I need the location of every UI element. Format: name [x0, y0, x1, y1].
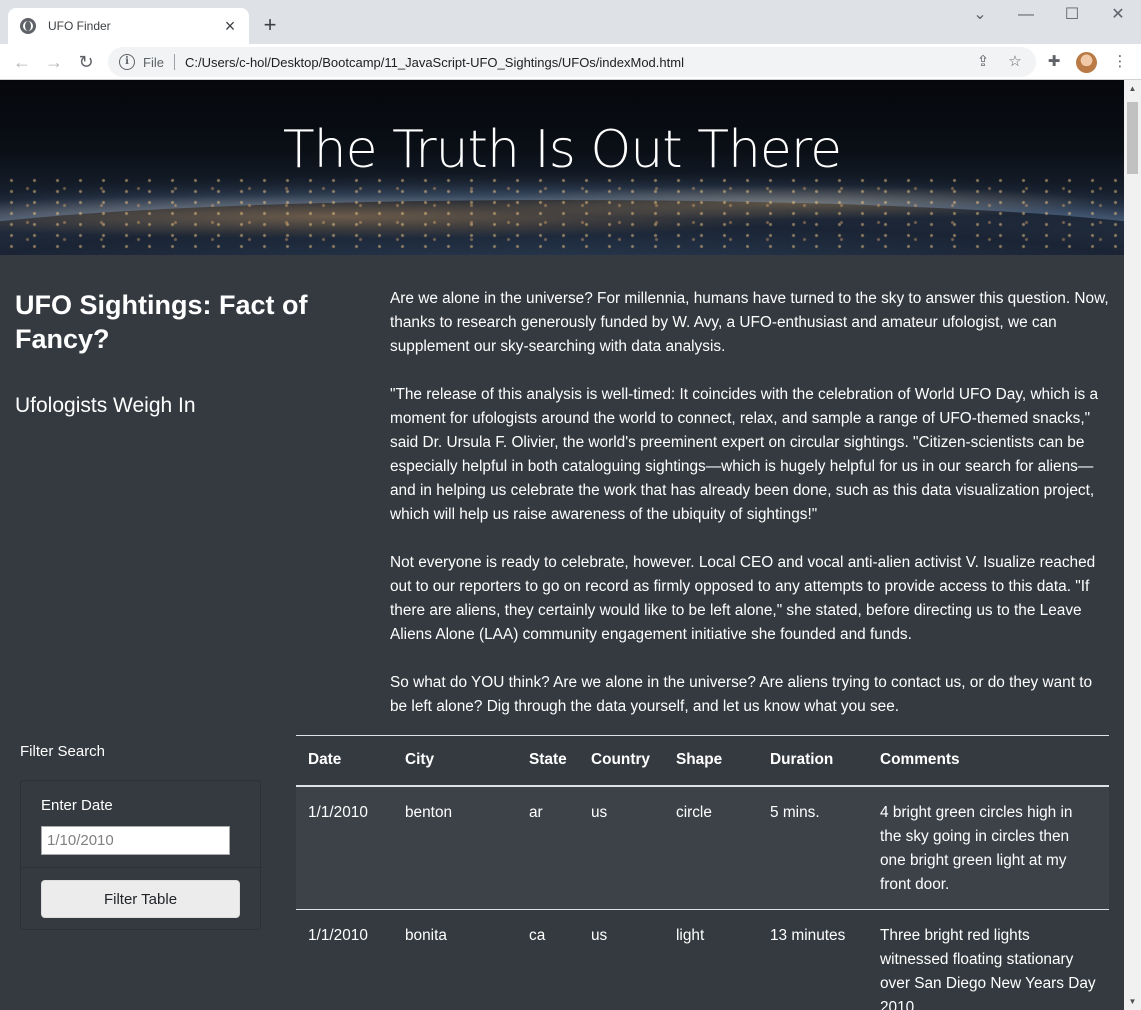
filter-search-heading: Filter Search [20, 743, 106, 760]
browser-tab[interactable]: UFO Finder × [8, 8, 249, 44]
scroll-up-arrow-icon[interactable]: ▲ [1124, 80, 1141, 97]
url-scheme: File [143, 54, 164, 70]
page-viewport: The Truth Is Out There UFO Sightings: Fa… [0, 80, 1124, 1010]
forward-arrow-icon[interactable]: → [42, 50, 66, 74]
column-header-country: Country [579, 735, 664, 787]
column-header-date: Date [296, 735, 393, 787]
table-row: 1/1/2010 bonita ca us light 13 minutes T… [296, 909, 1109, 1010]
reload-icon[interactable]: ↻ [74, 50, 98, 74]
cell-date: 1/1/2010 [296, 785, 393, 910]
cell-state: ca [517, 909, 579, 1010]
url-text[interactable]: C:/Users/c-hol/Desktop/Bootcamp/11_JavaS… [185, 55, 684, 70]
share-icon[interactable]: ⇪ [971, 50, 995, 74]
hero-banner: The Truth Is Out There [0, 80, 1124, 255]
scrollbar-thumb[interactable] [1127, 102, 1138, 174]
cell-comments: Three bright red lights witnessed floati… [868, 909, 1109, 1010]
table-header-row: Date City State Country Shape Duration C… [296, 735, 1109, 787]
article-body: Are we alone in the universe? For millen… [390, 287, 1112, 743]
article-paragraph: So what do YOU think? Are we alone in th… [390, 674, 1093, 715]
cell-comments: 4 bright green circles high in the sky g… [868, 785, 1109, 910]
filter-divider [21, 867, 260, 868]
column-header-comments: Comments [868, 735, 1109, 787]
new-tab-icon[interactable]: + [258, 14, 282, 36]
filter-table-button[interactable]: Filter Table [41, 880, 240, 918]
filter-card: Enter Date Filter Table [20, 780, 261, 930]
cell-date: 1/1/2010 [296, 909, 393, 1010]
address-bar[interactable]: i File C:/Users/c-hol/Desktop/Bootcamp/1… [108, 47, 1036, 77]
cell-shape: circle [664, 785, 758, 910]
globe-icon [20, 18, 36, 34]
cell-country: us [579, 909, 664, 1010]
cell-shape: light [664, 909, 758, 1010]
tab-title: UFO Finder [48, 19, 111, 33]
page-scrollbar[interactable]: ▲ ▼ [1124, 80, 1141, 1010]
page-subtitle: Ufologists Weigh In [15, 394, 196, 417]
menu-kebab-icon[interactable]: ⋮ [1108, 50, 1132, 74]
bookmark-star-icon[interactable]: ☆ [1003, 50, 1027, 74]
date-input[interactable] [41, 826, 230, 855]
profile-avatar[interactable] [1076, 52, 1097, 73]
city-lights-image [0, 175, 1124, 255]
ufo-table: Date City State Country Shape Duration C… [296, 735, 1109, 1010]
column-header-state: State [517, 735, 579, 787]
extensions-puzzle-icon[interactable]: ✚ [1042, 50, 1066, 74]
window-close-icon[interactable]: ✕ [1095, 4, 1141, 26]
url-separator [173, 54, 175, 70]
tab-search-chevron-icon[interactable]: ⌄ [957, 4, 1003, 26]
minimize-icon[interactable]: — [1003, 4, 1049, 26]
date-field-label: Enter Date [41, 797, 113, 814]
tab-close-icon[interactable]: × [221, 17, 239, 35]
back-arrow-icon[interactable]: ← [10, 50, 34, 74]
maximize-icon[interactable]: ☐ [1049, 4, 1095, 26]
column-header-city: City [393, 735, 517, 787]
column-header-shape: Shape [664, 735, 758, 787]
info-icon[interactable]: i [119, 54, 135, 70]
cell-state: ar [517, 785, 579, 910]
article-paragraph: "The release of this analysis is well-ti… [390, 386, 1099, 523]
table-row: 1/1/2010 benton ar us circle 5 mins. 4 b… [296, 785, 1109, 910]
article-paragraph: Are we alone in the universe? For millen… [390, 290, 1109, 355]
article-paragraph: Not everyone is ready to celebrate, howe… [390, 554, 1096, 643]
cell-duration: 13 minutes [758, 909, 868, 1010]
hero-title: The Truth Is Out There [282, 120, 842, 180]
scroll-down-arrow-icon[interactable]: ▼ [1124, 993, 1141, 1010]
cell-duration: 5 mins. [758, 785, 868, 910]
cell-city: benton [393, 785, 517, 910]
browser-tab-bar: UFO Finder × + ⌄ — ☐ ✕ [0, 0, 1141, 44]
page-title: UFO Sightings: Fact of Fancy? [15, 290, 308, 354]
browser-toolbar: ← → ↻ i File C:/Users/c-hol/Desktop/Boot… [0, 44, 1141, 80]
cell-country: us [579, 785, 664, 910]
cell-city: bonita [393, 909, 517, 1010]
column-header-duration: Duration [758, 735, 868, 787]
